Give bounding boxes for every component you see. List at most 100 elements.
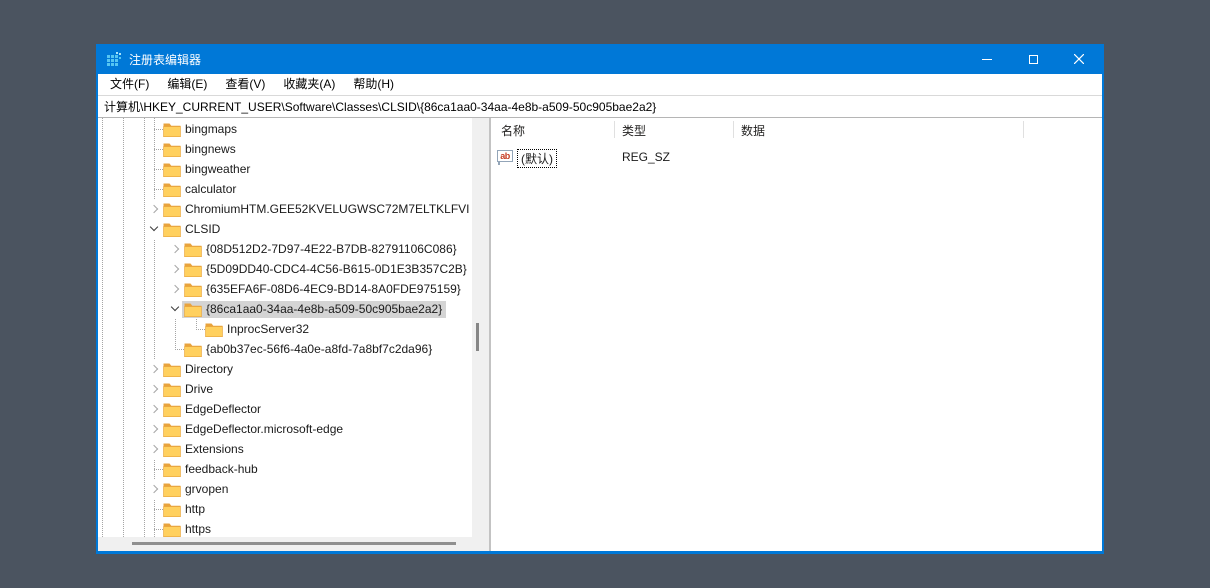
- folder-icon: [184, 243, 202, 257]
- tree-vertical-scrollbar[interactable]: [472, 118, 489, 537]
- tree-item[interactable]: {635EFA6F-08D6-4EC9-BD14-8A0FDE975159}: [98, 279, 472, 299]
- column-header-type[interactable]: 类型: [622, 122, 646, 139]
- folder-icon: [163, 363, 181, 377]
- tree-node[interactable]: {ab0b37ec-56f6-4a0e-a8fd-7a8bf7c2da96}: [182, 341, 436, 358]
- chevron-right-icon[interactable]: [168, 259, 182, 279]
- tree-connector: [189, 319, 205, 339]
- title-bar[interactable]: 注册表编辑器: [98, 44, 1102, 74]
- minimize-icon: [982, 58, 992, 60]
- chevron-right-icon[interactable]: [147, 399, 161, 419]
- tree-item[interactable]: calculator: [98, 179, 472, 199]
- tree-node[interactable]: {08D512D2-7D97-4E22-B7DB-82791106C086}: [182, 241, 461, 258]
- close-button[interactable]: [1056, 44, 1102, 74]
- tree-vertical-scrollbar-thumb[interactable]: [476, 323, 479, 351]
- value-row[interactable]: ab (默认) REG_SZ: [491, 147, 1102, 168]
- column-separator[interactable]: [1023, 121, 1024, 138]
- tree-connector: [147, 139, 163, 159]
- tree-item[interactable]: feedback-hub: [98, 459, 472, 479]
- chevron-down-icon[interactable]: [147, 219, 161, 239]
- tree-node[interactable]: calculator: [161, 181, 240, 198]
- tree-item[interactable]: http: [98, 499, 472, 519]
- chevron-down-icon[interactable]: [168, 299, 182, 319]
- tree-item[interactable]: {5D09DD40-CDC4-4C56-B615-0D1E3B357C2B}: [98, 259, 472, 279]
- menu-item-favorites[interactable]: 收藏夹(A): [274, 74, 344, 95]
- tree-item-label: InprocServer32: [227, 322, 310, 336]
- tree-item-label: grvopen: [185, 482, 229, 496]
- column-header-data[interactable]: 数据: [741, 122, 765, 139]
- tree-item[interactable]: bingweather: [98, 159, 472, 179]
- tree-node[interactable]: {635EFA6F-08D6-4EC9-BD14-8A0FDE975159}: [182, 281, 465, 298]
- tree-node[interactable]: http: [161, 501, 209, 518]
- folder-icon: [184, 283, 202, 297]
- tree-item[interactable]: EdgeDeflector: [98, 399, 472, 419]
- column-header-name[interactable]: 名称: [501, 122, 525, 139]
- chevron-right-icon[interactable]: [147, 379, 161, 399]
- tree-node[interactable]: grvopen: [161, 481, 232, 498]
- tree-item[interactable]: CLSID: [98, 219, 472, 239]
- folder-icon: [163, 443, 181, 457]
- tree-item-label: bingnews: [185, 142, 236, 156]
- maximize-button[interactable]: [1010, 44, 1056, 74]
- tree-item-label: EdgeDeflector.microsoft-edge: [185, 422, 344, 436]
- list-header: 名称 类型 数据: [491, 118, 1102, 143]
- tree-item-label: {ab0b37ec-56f6-4a0e-a8fd-7a8bf7c2da96}: [206, 342, 433, 356]
- tree-item-label: CLSID: [185, 222, 221, 236]
- chevron-right-icon[interactable]: [168, 239, 182, 259]
- menu-item-file[interactable]: 文件(F): [101, 74, 158, 95]
- folder-icon: [184, 263, 202, 277]
- tree-horizontal-scrollbar[interactable]: [98, 537, 489, 551]
- tree-item-label: Drive: [185, 382, 214, 396]
- menu-item-help[interactable]: 帮助(H): [344, 74, 403, 95]
- column-separator[interactable]: [733, 121, 734, 138]
- tree-item-label: EdgeDeflector: [185, 402, 262, 416]
- tree-item-label: bingweather: [185, 162, 251, 176]
- tree-node[interactable]: Extensions: [161, 441, 248, 458]
- tree-node[interactable]: bingmaps: [161, 121, 241, 138]
- tree-node[interactable]: ChromiumHTM.GEE52KVELUGWSC72M7ELTKLFVI: [161, 201, 472, 218]
- chevron-right-icon[interactable]: [147, 479, 161, 499]
- registry-editor-app-icon: [107, 52, 121, 66]
- tree-item-label: {08D512D2-7D97-4E22-B7DB-82791106C086}: [206, 242, 457, 256]
- folder-icon: [163, 503, 181, 517]
- tree-connector: [168, 339, 184, 359]
- chevron-right-icon[interactable]: [147, 439, 161, 459]
- chevron-right-icon[interactable]: [147, 199, 161, 219]
- tree-item[interactable]: EdgeDeflector.microsoft-edge: [98, 419, 472, 439]
- tree-node[interactable]: feedback-hub: [161, 461, 262, 478]
- tree-item-label: http: [185, 502, 206, 516]
- tree-node[interactable]: Drive: [161, 381, 217, 398]
- tree-item[interactable]: Directory: [98, 359, 472, 379]
- tree-node[interactable]: bingweather: [161, 161, 254, 178]
- tree-item[interactable]: Extensions: [98, 439, 472, 459]
- tree-item[interactable]: {86ca1aa0-34aa-4e8b-a509-50c905bae2a2}: [98, 299, 472, 319]
- column-separator[interactable]: [614, 121, 615, 138]
- tree-item[interactable]: bingnews: [98, 139, 472, 159]
- main-content: bingmaps bingnews bingweather calculator Chr…: [98, 118, 1102, 551]
- tree-node[interactable]: EdgeDeflector: [161, 401, 265, 418]
- address-bar[interactable]: 计算机\HKEY_CURRENT_USER\Software\Classes\C…: [98, 95, 1102, 118]
- chevron-right-icon[interactable]: [168, 279, 182, 299]
- tree-item[interactable]: Drive: [98, 379, 472, 399]
- minimize-button[interactable]: [964, 44, 1010, 74]
- tree-node[interactable]: bingnews: [161, 141, 240, 158]
- tree-item[interactable]: ChromiumHTM.GEE52KVELUGWSC72M7ELTKLFVI: [98, 199, 472, 219]
- tree-node[interactable]: CLSID: [161, 221, 224, 238]
- tree-item[interactable]: {ab0b37ec-56f6-4a0e-a8fd-7a8bf7c2da96}: [98, 339, 472, 359]
- tree-node[interactable]: EdgeDeflector.microsoft-edge: [161, 421, 347, 438]
- tree-item[interactable]: bingmaps: [98, 119, 472, 139]
- tree-horizontal-scrollbar-thumb[interactable]: [132, 542, 456, 545]
- tree-item[interactable]: InprocServer32: [98, 319, 472, 339]
- tree-item[interactable]: https: [98, 519, 472, 537]
- menu-item-view[interactable]: 查看(V): [216, 74, 274, 95]
- chevron-right-icon[interactable]: [147, 359, 161, 379]
- menu-item-edit[interactable]: 编辑(E): [158, 74, 216, 95]
- tree-item[interactable]: grvopen: [98, 479, 472, 499]
- tree-node[interactable]: {5D09DD40-CDC4-4C56-B615-0D1E3B357C2B}: [182, 261, 471, 278]
- chevron-right-icon[interactable]: [147, 419, 161, 439]
- tree-node[interactable]: https: [161, 521, 215, 538]
- tree-item[interactable]: {08D512D2-7D97-4E22-B7DB-82791106C086}: [98, 239, 472, 259]
- tree-node-selected[interactable]: {86ca1aa0-34aa-4e8b-a509-50c905bae2a2}: [182, 300, 447, 318]
- tree-node[interactable]: InprocServer32: [203, 321, 313, 338]
- tree-node[interactable]: Directory: [161, 361, 237, 378]
- folder-icon: [163, 403, 181, 417]
